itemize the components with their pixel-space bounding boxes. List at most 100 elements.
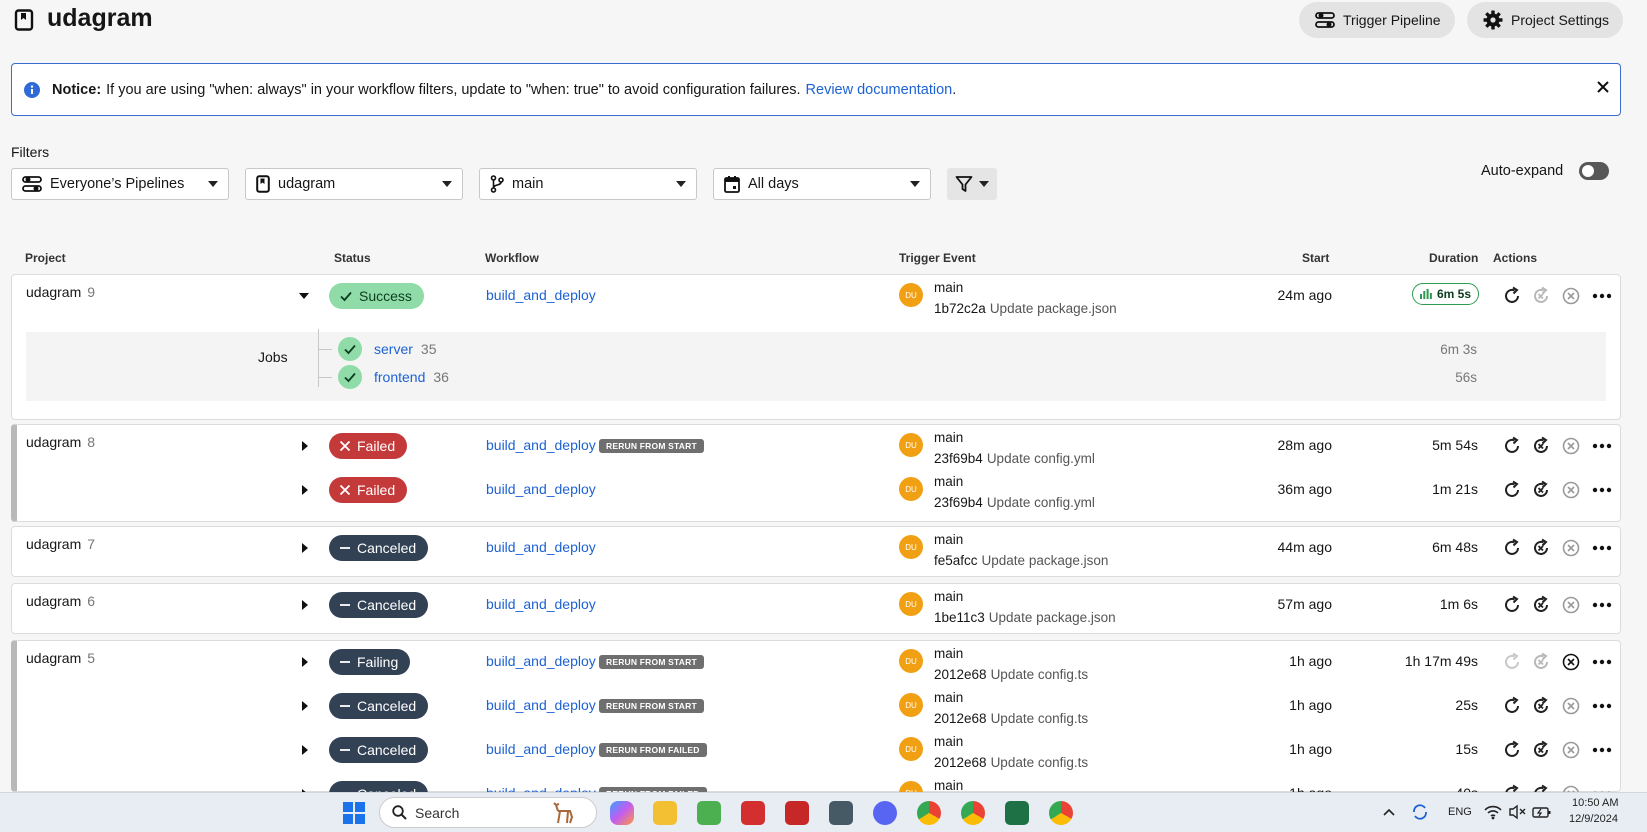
taskbar-search[interactable]: Search — [379, 797, 597, 828]
expand-chevron-icon[interactable] — [302, 657, 308, 667]
cancel-icon[interactable] — [1561, 286, 1581, 306]
branch-name[interactable]: main — [934, 734, 963, 749]
more-icon[interactable] — [1592, 293, 1612, 299]
more-icon[interactable] — [1592, 659, 1612, 665]
commit-sha[interactable]: 2012e68 — [934, 755, 987, 770]
workflow-link[interactable]: build_and_deploy — [486, 697, 596, 713]
rerun-failed-icon[interactable] — [1531, 652, 1551, 672]
workflow-link[interactable]: build_and_deploy — [486, 287, 596, 303]
rerun-icon[interactable] — [1502, 286, 1522, 306]
chrome-icon[interactable] — [917, 801, 941, 825]
more-icon[interactable] — [1592, 703, 1612, 709]
date-filter-dropdown[interactable]: All days — [713, 168, 931, 200]
status-badge[interactable]: Success — [329, 283, 424, 309]
battery-icon[interactable] — [1532, 804, 1552, 820]
volume-muted-icon[interactable] — [1508, 804, 1526, 820]
clock-time[interactable]: 10:50 AM — [1572, 797, 1618, 809]
language-indicator[interactable]: ENG — [1448, 806, 1472, 818]
project-name[interactable]: udagram — [26, 650, 81, 666]
commit-sha[interactable]: 2012e68 — [934, 667, 987, 682]
cancel-icon[interactable] — [1561, 740, 1581, 760]
branch-name[interactable]: main — [934, 646, 963, 661]
project-name[interactable]: udagram — [26, 536, 81, 552]
rerun-failed-icon[interactable] — [1531, 740, 1551, 760]
project-name[interactable]: udagram — [26, 593, 81, 609]
app-icon[interactable] — [829, 801, 853, 825]
branch-name[interactable]: main — [934, 532, 963, 547]
file-explorer-icon[interactable] — [653, 801, 677, 825]
rerun-icon[interactable] — [1502, 480, 1522, 500]
project-name[interactable]: udagram — [26, 434, 81, 450]
workflow-link[interactable]: build_and_deploy — [486, 437, 596, 453]
app-icon[interactable] — [697, 801, 721, 825]
branch-name[interactable]: main — [934, 430, 963, 445]
commit-sha[interactable]: 23f69b4 — [934, 495, 983, 510]
status-badge[interactable]: Canceled — [329, 535, 429, 561]
collapse-chevron-icon[interactable] — [299, 293, 309, 299]
more-icon[interactable] — [1592, 487, 1612, 493]
expand-chevron-icon[interactable] — [302, 600, 308, 610]
status-badge[interactable]: Canceled — [329, 693, 429, 719]
commit-sha[interactable]: fe5afcc — [934, 553, 978, 568]
status-badge[interactable]: Canceled — [329, 737, 429, 763]
project-settings-button[interactable]: Project Settings — [1467, 2, 1624, 38]
expand-chevron-icon[interactable] — [302, 485, 308, 495]
rerun-icon[interactable] — [1502, 595, 1522, 615]
rerun-icon[interactable] — [1502, 436, 1522, 456]
cancel-icon[interactable] — [1561, 480, 1581, 500]
branch-name[interactable]: main — [934, 474, 963, 489]
more-icon[interactable] — [1592, 443, 1612, 449]
review-documentation-link[interactable]: Review documentation — [806, 82, 953, 98]
more-icon[interactable] — [1592, 747, 1612, 753]
chevron-up-icon[interactable] — [1382, 807, 1396, 817]
workflow-link[interactable]: build_and_deploy — [486, 539, 596, 555]
media-app-icon[interactable] — [741, 801, 765, 825]
cancel-icon[interactable] — [1561, 595, 1581, 615]
expand-chevron-icon[interactable] — [302, 701, 308, 711]
rerun-icon[interactable] — [1502, 696, 1522, 716]
more-icon[interactable] — [1592, 602, 1612, 608]
workflow-link[interactable]: build_and_deploy — [486, 653, 596, 669]
branch-filter-dropdown[interactable]: main — [479, 168, 697, 200]
expand-chevron-icon[interactable] — [302, 745, 308, 755]
expand-chevron-icon[interactable] — [302, 543, 308, 553]
chrome-icon[interactable] — [961, 801, 985, 825]
auto-expand-toggle[interactable] — [1579, 162, 1609, 180]
job-link[interactable]: server 35 — [374, 341, 436, 357]
discord-icon[interactable] — [873, 801, 897, 825]
job-link[interactable]: frontend 36 — [374, 369, 449, 385]
project-filter-dropdown[interactable]: udagram — [245, 168, 463, 200]
commit-sha[interactable]: 23f69b4 — [934, 451, 983, 466]
commit-sha[interactable]: 1be11c3 — [934, 610, 985, 625]
status-badge[interactable]: Failing — [329, 649, 411, 675]
close-icon[interactable] — [1596, 80, 1610, 94]
trigger-pipeline-button[interactable]: Trigger Pipeline — [1299, 2, 1455, 38]
excel-icon[interactable] — [1005, 801, 1029, 825]
rerun-failed-icon[interactable] — [1531, 286, 1551, 306]
rerun-icon[interactable] — [1502, 740, 1522, 760]
branch-name[interactable]: main — [934, 690, 963, 705]
status-badge[interactable]: Canceled — [329, 592, 429, 618]
duration-badge[interactable]: 6m 5s — [1412, 283, 1480, 305]
branch-name[interactable]: main — [934, 778, 963, 793]
cancel-icon[interactable] — [1561, 652, 1581, 672]
cancel-icon[interactable] — [1561, 538, 1581, 558]
clock-date[interactable]: 12/9/2024 — [1569, 813, 1618, 825]
more-icon[interactable] — [1592, 545, 1612, 551]
workflow-link[interactable]: build_and_deploy — [486, 596, 596, 612]
rerun-icon[interactable] — [1502, 538, 1522, 558]
wifi-icon[interactable] — [1484, 804, 1502, 820]
workflow-link[interactable]: build_and_deploy — [486, 741, 596, 757]
pipelines-filter-dropdown[interactable]: Everyone’s Pipelines — [11, 168, 229, 200]
rerun-failed-icon[interactable] — [1531, 696, 1551, 716]
rerun-failed-icon[interactable] — [1531, 436, 1551, 456]
sync-icon[interactable] — [1410, 802, 1430, 822]
copilot-icon[interactable] — [610, 801, 634, 825]
rerun-failed-icon[interactable] — [1531, 480, 1551, 500]
status-badge[interactable]: Failed — [329, 477, 408, 503]
branch-name[interactable]: main — [934, 589, 963, 604]
workflow-link[interactable]: build_and_deploy — [486, 481, 596, 497]
cancel-icon[interactable] — [1561, 696, 1581, 716]
expand-chevron-icon[interactable] — [302, 441, 308, 451]
status-badge[interactable]: Failed — [329, 433, 408, 459]
